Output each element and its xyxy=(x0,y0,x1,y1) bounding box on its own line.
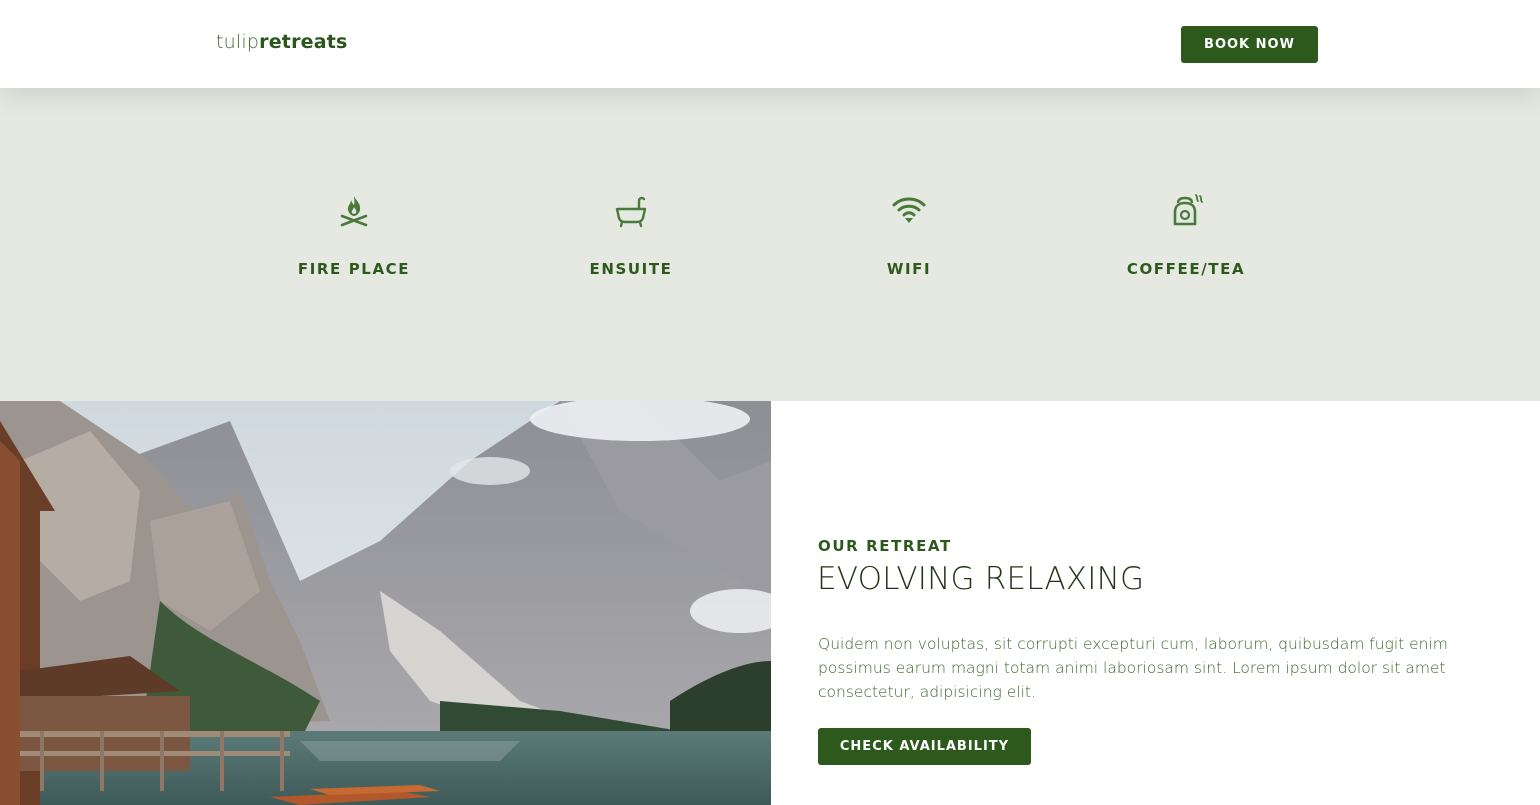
wifi-icon xyxy=(889,190,929,230)
amenity-ensuite: ENSUITE xyxy=(521,190,741,278)
retreat-content: OUR RETREAT EVOLVING RELAXING Quidem non… xyxy=(771,401,1540,805)
section-body: Quidem non voluptas, sit corrupti except… xyxy=(818,635,1448,701)
amenity-label: FIRE PLACE xyxy=(297,260,411,278)
book-now-button[interactable]: BOOK NOW xyxy=(1181,26,1318,63)
section-headline: EVOLVING RELAXING xyxy=(817,561,1145,597)
logo-light-text: tulip xyxy=(216,31,260,53)
check-availability-button[interactable]: CHECK AVAILABILITY xyxy=(818,728,1031,765)
amenity-label: WIFI xyxy=(886,260,932,278)
logo-bold-text: retreats xyxy=(259,31,348,53)
amenities-section: FIRE PLACE ENSUITE WIFI COFFEE/TEA xyxy=(0,88,1540,401)
bathtub-icon xyxy=(611,190,651,230)
amenity-label: COFFEE/TEA xyxy=(1126,260,1246,278)
amenity-fire-place: FIRE PLACE xyxy=(244,190,464,278)
section-eyebrow: OUR RETREAT xyxy=(818,537,952,555)
amenity-label: ENSUITE xyxy=(589,260,673,278)
kettle-icon xyxy=(1166,190,1206,230)
amenity-coffee-tea: COFFEE/TEA xyxy=(1076,190,1296,278)
amenity-wifi: WIFI xyxy=(799,190,1019,278)
logo[interactable]: tulipretreats xyxy=(216,31,348,53)
site-header: tulipretreats BOOK NOW xyxy=(0,0,1540,88)
lake-mountain-photo xyxy=(0,401,771,805)
campfire-icon xyxy=(334,190,374,230)
